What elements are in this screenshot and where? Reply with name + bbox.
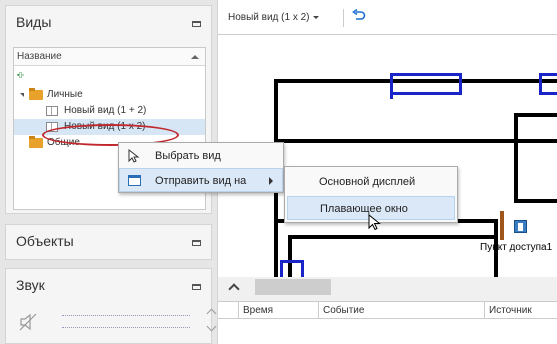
sort-ascending-icon: [191, 55, 199, 59]
tree-view-item[interactable]: Новый вид (1 + 2): [14, 103, 205, 119]
menu-item-label: Отправить вид на: [155, 175, 247, 187]
column-header-label: Название: [17, 51, 62, 62]
access-point-icon[interactable]: [514, 220, 527, 233]
submenu-item-label: Плавающее окно: [320, 203, 408, 215]
view-layout-icon: [46, 106, 58, 116]
tree-folder-personal[interactable]: Личные: [14, 87, 205, 103]
event-log: Время Событие Источник: [218, 277, 557, 344]
folder-icon: [29, 136, 43, 148]
door[interactable]: [280, 260, 304, 277]
horizontal-scroll-thumb[interactable]: [255, 279, 331, 295]
door[interactable]: [390, 73, 462, 95]
chevron-down-icon: [312, 15, 319, 19]
access-point-marker[interactable]: [500, 211, 504, 240]
submenu-item-label: Основной дисплей: [319, 176, 416, 188]
door[interactable]: [539, 73, 557, 95]
view-selector-label: Новый вид (1 x 2): [228, 12, 310, 23]
tree-item-label: Личные: [47, 89, 83, 100]
log-column-source[interactable]: Источник: [484, 302, 557, 319]
objects-panel[interactable]: Объекты: [5, 224, 212, 260]
column-header-name[interactable]: Название: [14, 48, 205, 66]
tree-item-label: Новый вид (1 + 2): [64, 105, 147, 116]
expand-arrow-icon[interactable]: [20, 93, 24, 97]
folder-icon: [29, 88, 43, 100]
toolbar-separator: [343, 9, 344, 27]
cursor-select-icon: [128, 149, 140, 163]
sound-panel-title: Звук: [16, 277, 45, 293]
menu-item-label: Выбрать вид: [155, 150, 221, 162]
views-panel-header: Виды: [6, 6, 211, 40]
undo-icon[interactable]: [352, 9, 366, 23]
context-menu: Выбрать вид Отправить вид на: [118, 142, 284, 193]
menu-item-send-view-to[interactable]: Отправить вид на: [119, 168, 283, 192]
log-column-event[interactable]: Событие: [318, 302, 484, 319]
mouse-cursor-icon: [368, 214, 381, 231]
menu-item-select-view[interactable]: Выбрать вид: [119, 144, 283, 168]
log-toolbar: [218, 277, 557, 297]
view-toolbar: Новый вид (1 x 2): [218, 0, 557, 34]
view-selector[interactable]: Новый вид (1 x 2): [228, 12, 319, 23]
wall: [516, 113, 557, 117]
log-column-time[interactable]: Время: [238, 302, 318, 319]
access-point-label: Пункт доступа1: [480, 242, 553, 253]
minimize-icon[interactable]: [192, 21, 201, 27]
wall: [516, 199, 557, 203]
window-icon: [128, 175, 141, 186]
views-panel-title: Виды: [16, 14, 52, 30]
volume-slider-track[interactable]: [62, 327, 190, 329]
volume-slider-track[interactable]: [62, 315, 190, 317]
submenu-arrow-icon: [269, 177, 273, 185]
tree-toggle-icon[interactable]: ▪▯▫: [17, 71, 31, 81]
wall: [514, 113, 518, 203]
submenu-item-main-display[interactable]: Основной дисплей: [285, 170, 457, 194]
sound-panel: Звук: [5, 268, 212, 344]
wall: [288, 235, 498, 239]
log-rows: [218, 319, 557, 344]
door: [390, 73, 393, 99]
minimize-icon[interactable]: [192, 284, 201, 290]
objects-panel-title: Объекты: [16, 233, 74, 249]
chevron-up-icon[interactable]: [228, 283, 240, 295]
log-column-headers: Время Событие Источник: [218, 301, 557, 319]
speaker-muted-icon[interactable]: [18, 313, 38, 331]
minimize-icon[interactable]: [192, 240, 201, 246]
